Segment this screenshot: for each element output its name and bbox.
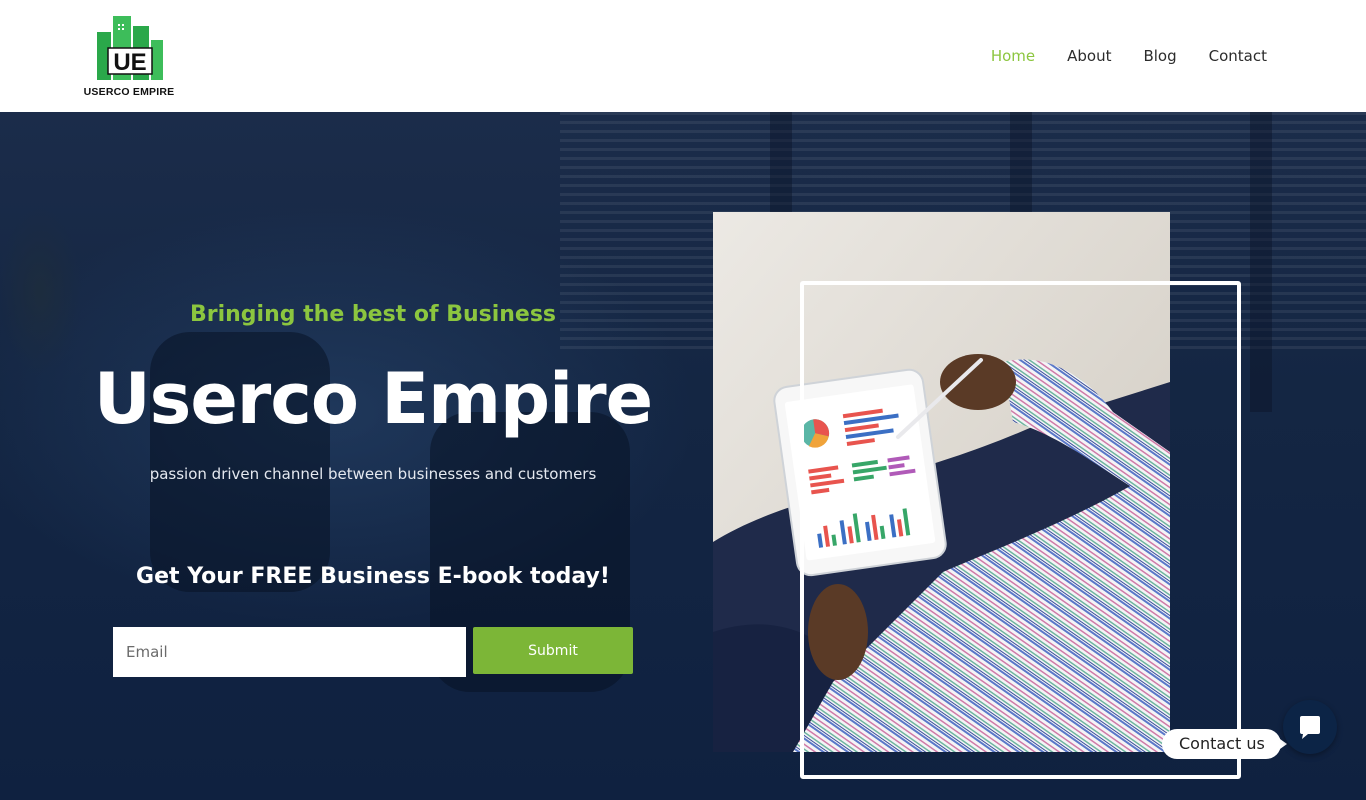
logo-wordmark: USERCO EMPIRE [83,86,175,98]
svg-text:UE: UE [113,49,146,76]
background-window-post [1250,112,1272,412]
main-nav: Home About Blog Contact [991,46,1267,66]
email-input[interactable] [113,627,466,677]
chat-bubble-icon [1300,716,1320,739]
nav-home-link[interactable]: Home [991,46,1035,66]
nav-about-link[interactable]: About [1067,46,1111,66]
nav-blog-link[interactable]: Blog [1143,46,1176,66]
hero-tagline: Bringing the best of Business [189,302,557,327]
nav-contact-link[interactable]: Contact [1209,46,1267,66]
hero-subtitle: passion driven channel between businesse… [149,465,597,483]
hero-section: Bringing the best of Business Userco Emp… [0,112,1366,800]
contact-us-button[interactable] [1283,700,1337,754]
hero-title: Userco Empire [93,358,653,440]
buildings-logo-icon: UE [97,16,163,80]
submit-button[interactable]: Submit [473,627,633,674]
site-header: UE USERCO EMPIRE Home About Blog Contact [0,0,1366,112]
contact-us-label[interactable]: Contact us [1162,729,1287,759]
site-logo[interactable]: UE USERCO EMPIRE [83,14,175,98]
decorative-frame [800,281,1241,779]
ebook-cta-heading: Get Your FREE Business E-book today! [136,564,610,589]
